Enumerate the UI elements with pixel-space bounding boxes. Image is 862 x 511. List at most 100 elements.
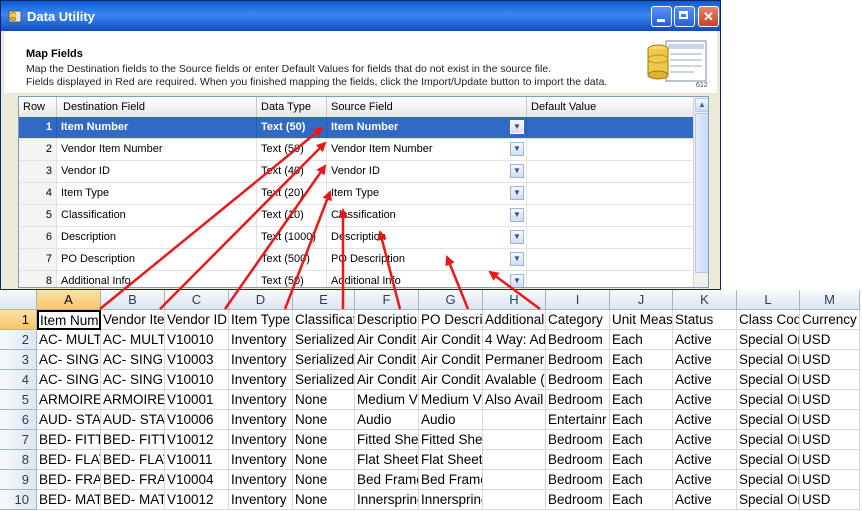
sheet-cell[interactable]: ARMOIRE-: [101, 390, 165, 410]
sheet-cell[interactable]: Special Or: [737, 450, 800, 470]
row-header[interactable]: 2: [0, 330, 37, 350]
sheet-cell[interactable]: Inventory: [229, 430, 293, 450]
sheet-cell[interactable]: USD: [800, 490, 860, 510]
sheet-cell[interactable]: Active: [673, 410, 737, 430]
row-header[interactable]: 6: [0, 410, 37, 430]
sheet-cell[interactable]: Active: [673, 430, 737, 450]
sheet-cell[interactable]: Item Number: [37, 310, 101, 330]
column-header-m[interactable]: M: [800, 290, 860, 310]
sheet-cell[interactable]: Fitted She: [355, 430, 419, 450]
default-value-input[interactable]: [527, 249, 693, 270]
sheet-cell[interactable]: USD: [800, 370, 860, 390]
sheet-cell[interactable]: V10010: [165, 330, 229, 350]
sheet-cell[interactable]: Active: [673, 450, 737, 470]
sheet-cell[interactable]: Special Or: [737, 350, 800, 370]
mapping-row[interactable]: 7 PO Description Text (500) PO Description ▼: [19, 249, 693, 271]
sheet-cell[interactable]: V10001: [165, 390, 229, 410]
sheet-cell[interactable]: Active: [673, 330, 737, 350]
sheet-cell[interactable]: AC- SINGL: [37, 350, 101, 370]
sheet-cell[interactable]: Each: [610, 450, 673, 470]
sheet-cell[interactable]: Flat Sheet: [355, 450, 419, 470]
sheet-cell[interactable]: Fitted Sheet 79" X 35: [419, 430, 483, 450]
column-header-a[interactable]: A: [37, 290, 101, 310]
column-header-d[interactable]: D: [229, 290, 293, 310]
sheet-cell[interactable]: AC- SINGL: [37, 370, 101, 390]
sheet-cell[interactable]: Bedroom: [546, 490, 610, 510]
sheet-cell[interactable]: Each: [610, 430, 673, 450]
mapping-row[interactable]: 8 Additional Info Text (50) Additional Info…: [19, 271, 693, 287]
sheet-cell[interactable]: Bedroom: [546, 330, 610, 350]
sheet-cell[interactable]: USD: [800, 330, 860, 350]
destination-field-cell[interactable]: Classification: [57, 205, 257, 226]
sheet-cell[interactable]: Classification: [293, 310, 355, 330]
maximize-button[interactable]: [674, 6, 695, 27]
mapping-row[interactable]: 3 Vendor ID Text (40) Vendor ID ▼: [19, 161, 693, 183]
sheet-cell[interactable]: USD: [800, 450, 860, 470]
column-header-c[interactable]: C: [165, 290, 229, 310]
destination-field-cell[interactable]: PO Description: [57, 249, 257, 270]
sheet-cell[interactable]: AC- SINGL: [101, 370, 165, 390]
source-field-select[interactable]: Classification ▼: [327, 205, 527, 226]
sheet-cell[interactable]: Avalable (: [483, 370, 546, 390]
sheet-cell[interactable]: Air Condit: [355, 370, 419, 390]
sheet-cell[interactable]: BED- MAT: [37, 490, 101, 510]
source-field-select[interactable]: Item Type ▼: [327, 183, 527, 204]
sheet-cell[interactable]: None: [293, 410, 355, 430]
sheet-cell[interactable]: Bedroom: [546, 470, 610, 490]
mapping-row[interactable]: 2 Vendor Item Number Text (50) Vendor Item …: [19, 139, 693, 161]
sheet-cell[interactable]: Audio: [355, 410, 419, 430]
sheet-cell[interactable]: AC- MULTI: [37, 330, 101, 350]
sheet-cell[interactable]: Innerspring Mattress: [419, 490, 483, 510]
source-field-select[interactable]: Item Number ▼: [327, 117, 527, 138]
column-header-destination-field[interactable]: Destination Field: [57, 97, 257, 117]
sheet-cell[interactable]: BED- FRAN: [101, 470, 165, 490]
column-header-h[interactable]: H: [483, 290, 546, 310]
field-mapping-grid[interactable]: Row Destination Field Data Type Source F…: [18, 96, 709, 288]
source-field-select[interactable]: Description ▼: [327, 227, 527, 248]
sheet-cell[interactable]: Bedroom: [546, 350, 610, 370]
default-value-input[interactable]: [527, 161, 693, 182]
row-header[interactable]: 10: [0, 490, 37, 510]
destination-field-cell[interactable]: Additional Info: [57, 271, 257, 287]
mapping-row[interactable]: 1 Item Number Text (50) Item Number ▼: [19, 117, 693, 139]
column-header-b[interactable]: B: [101, 290, 165, 310]
row-header[interactable]: 8: [0, 450, 37, 470]
sheet-cell[interactable]: Flat Sheet 102" X 66": [419, 450, 483, 470]
column-header-row[interactable]: Row: [19, 97, 57, 117]
column-header-f[interactable]: F: [355, 290, 419, 310]
sheet-cell[interactable]: Each: [610, 330, 673, 350]
source-field-select[interactable]: Additional Info ▼: [327, 271, 527, 287]
sheet-cell[interactable]: None: [293, 490, 355, 510]
sheet-cell[interactable]: Inventory: [229, 450, 293, 470]
sheet-cell[interactable]: Also Avail: [483, 390, 546, 410]
sheet-cell[interactable]: [483, 410, 546, 430]
default-value-input[interactable]: [527, 183, 693, 204]
sheet-cell[interactable]: Air Condit: [419, 370, 483, 390]
sheet-cell[interactable]: Each: [610, 470, 673, 490]
column-header-i[interactable]: I: [546, 290, 610, 310]
column-header-l[interactable]: L: [737, 290, 800, 310]
sheet-cell[interactable]: Each: [610, 490, 673, 510]
sheet-cell[interactable]: Each: [610, 390, 673, 410]
row-header[interactable]: 5: [0, 390, 37, 410]
default-value-input[interactable]: [527, 139, 693, 160]
sheet-cell[interactable]: Inventory: [229, 370, 293, 390]
sheet-cell[interactable]: AUD- STA: [101, 410, 165, 430]
destination-field-cell[interactable]: Vendor Item Number: [57, 139, 257, 160]
sheet-cell[interactable]: Air Condit: [419, 350, 483, 370]
mapping-row[interactable]: 4 Item Type Text (20) Item Type ▼: [19, 183, 693, 205]
column-header-data-type[interactable]: Data Type: [257, 97, 327, 117]
sheet-cell[interactable]: Medium V: [419, 390, 483, 410]
sheet-cell[interactable]: USD: [800, 350, 860, 370]
row-header[interactable]: 4: [0, 370, 37, 390]
source-field-select[interactable]: Vendor ID ▼: [327, 161, 527, 182]
sheet-cell[interactable]: PO Description: [419, 310, 483, 330]
sheet-cell[interactable]: Active: [673, 470, 737, 490]
sheet-cell[interactable]: Special Or: [737, 370, 800, 390]
destination-field-cell[interactable]: Description: [57, 227, 257, 248]
column-header-e[interactable]: E: [293, 290, 355, 310]
sheet-cell[interactable]: Entertainr: [546, 410, 610, 430]
vertical-scrollbar[interactable]: ▲: [693, 97, 708, 287]
sheet-cell[interactable]: Medium V: [355, 390, 419, 410]
sheet-cell[interactable]: Special Or: [737, 330, 800, 350]
